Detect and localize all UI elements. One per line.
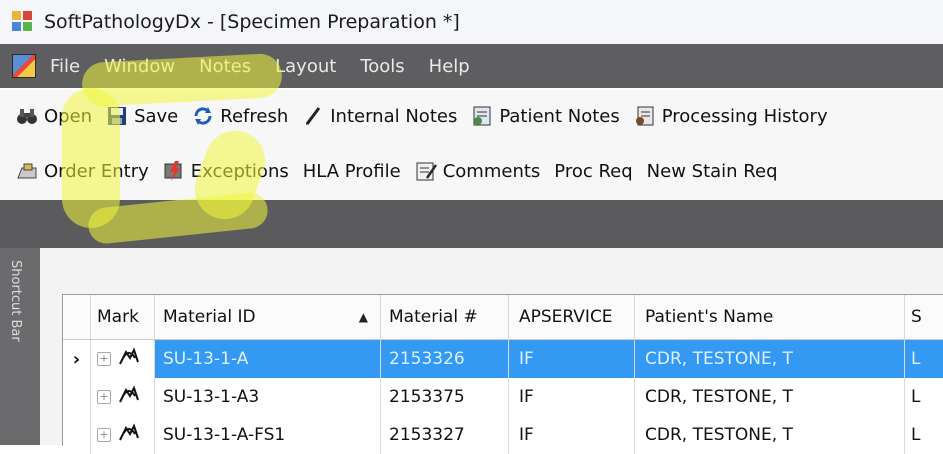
patient-name-cell[interactable]: CDR, TESTONE, T — [635, 378, 905, 416]
proc-req-button[interactable]: Proc Req — [554, 161, 632, 182]
expand-icon[interactable]: + — [97, 352, 111, 366]
material-id-cell[interactable]: SU-13-1-A — [155, 340, 381, 378]
exceptions-button[interactable]: Exceptions — [163, 160, 289, 182]
shortcut-bar[interactable]: Shortcut Bar — [0, 248, 40, 445]
mark-cell[interactable]: + — [91, 416, 155, 454]
open-button[interactable]: Open — [16, 105, 92, 127]
table-row[interactable]: + SU-13-1-A-FS1 2153327 IF CDR, TESTONE,… — [63, 416, 943, 454]
menu-help[interactable]: Help — [429, 56, 470, 77]
column-header-material-id[interactable]: Material ID ▲ — [155, 295, 381, 339]
row-pointer-icon: › — [72, 348, 81, 370]
column-header-material-number[interactable]: Material # — [381, 295, 509, 339]
row-indicator-header — [63, 295, 91, 339]
s-cell[interactable]: L — [905, 378, 943, 416]
refresh-icon — [192, 105, 214, 127]
order-entry-button[interactable]: Order Entry — [16, 160, 149, 182]
notes-document-icon — [471, 105, 493, 127]
mark-cell[interactable]: + — [91, 378, 155, 416]
comments-icon — [415, 160, 437, 182]
grid-header: Mark Material ID ▲ Material # APSERVICE … — [63, 295, 943, 340]
current-row-indicator: › — [63, 340, 91, 378]
app-icon — [12, 11, 34, 33]
apservice-cell[interactable]: IF — [509, 416, 635, 454]
menu-window[interactable]: Window — [104, 56, 175, 77]
main-toolbar: Open Save Refresh Internal Notes Patient… — [0, 90, 943, 143]
order-entry-icon — [16, 160, 38, 182]
material-number-cell[interactable]: 2153375 — [381, 378, 509, 416]
new-stain-req-button[interactable]: New Stain Req — [647, 161, 778, 182]
expand-icon[interactable]: + — [97, 428, 111, 442]
binoculars-icon — [16, 105, 38, 127]
menu-notes[interactable]: Notes — [199, 56, 251, 77]
column-header-s[interactable]: S — [905, 295, 943, 339]
refresh-button[interactable]: Refresh — [192, 105, 288, 127]
apservice-cell[interactable]: IF — [509, 378, 635, 416]
secondary-toolbar: Order Entry Exceptions HLA Profile Comme… — [0, 142, 943, 200]
patient-notes-button[interactable]: Patient Notes — [471, 105, 620, 127]
patient-name-cell[interactable]: CDR, TESTONE, T — [635, 340, 905, 378]
specimen-mark-icon — [117, 346, 141, 373]
patient-name-cell[interactable]: CDR, TESTONE, T — [635, 416, 905, 454]
column-header-mark[interactable]: Mark — [91, 295, 155, 339]
pencil-icon — [302, 105, 324, 127]
menu-layout[interactable]: Layout — [275, 56, 336, 77]
mark-cell[interactable]: + — [91, 340, 155, 378]
processing-history-button[interactable]: Processing History — [634, 105, 828, 127]
material-number-cell[interactable]: 2153327 — [381, 416, 509, 454]
internal-notes-button[interactable]: Internal Notes — [302, 105, 457, 127]
history-document-icon — [634, 105, 656, 127]
s-cell[interactable]: L — [905, 416, 943, 454]
column-header-apservice[interactable]: APSERVICE — [509, 295, 635, 339]
system-menu-icon[interactable] — [12, 54, 36, 78]
table-row[interactable]: › + SU-13-1-A 2153326 IF CDR, TESTONE, T… — [63, 340, 943, 378]
material-number-cell[interactable]: 2153326 — [381, 340, 509, 378]
row-indicator — [63, 416, 91, 454]
comments-button[interactable]: Comments — [415, 160, 540, 182]
exceptions-icon — [163, 160, 185, 182]
menu-file[interactable]: File — [50, 56, 80, 77]
menu-bar: File Window Notes Layout Tools Help — [0, 44, 943, 88]
specimen-grid: Mark Material ID ▲ Material # APSERVICE … — [62, 294, 943, 454]
save-button[interactable]: Save — [106, 105, 178, 127]
column-header-patient-name[interactable]: Patient's Name — [635, 295, 905, 339]
hla-profile-button[interactable]: HLA Profile — [303, 161, 401, 182]
apservice-cell[interactable]: IF — [509, 340, 635, 378]
window-title: SoftPathologyDx - [Specimen Preparation … — [44, 11, 460, 33]
s-cell[interactable]: L — [905, 340, 943, 378]
table-row[interactable]: + SU-13-1-A3 2153375 IF CDR, TESTONE, T … — [63, 378, 943, 416]
sort-ascending-icon: ▲ — [358, 310, 368, 324]
toolbar-separator-band — [0, 200, 943, 248]
shortcut-bar-label: Shortcut Bar — [8, 260, 23, 342]
row-indicator — [63, 378, 91, 416]
floppy-disk-icon — [106, 105, 128, 127]
specimen-mark-icon — [117, 422, 141, 449]
material-id-cell[interactable]: SU-13-1-A-FS1 — [155, 416, 381, 454]
material-id-cell[interactable]: SU-13-1-A3 — [155, 378, 381, 416]
specimen-mark-icon — [117, 384, 141, 411]
title-bar: SoftPathologyDx - [Specimen Preparation … — [0, 0, 943, 45]
expand-icon[interactable]: + — [97, 390, 111, 404]
menu-tools[interactable]: Tools — [360, 56, 404, 77]
